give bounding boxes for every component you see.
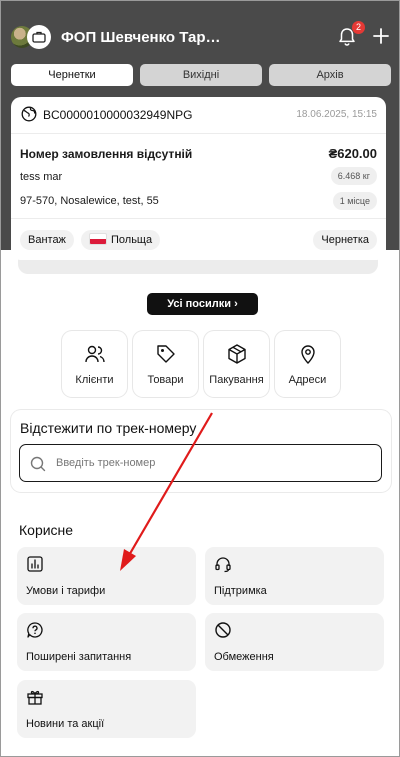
annotation-arrow [120,412,213,571]
